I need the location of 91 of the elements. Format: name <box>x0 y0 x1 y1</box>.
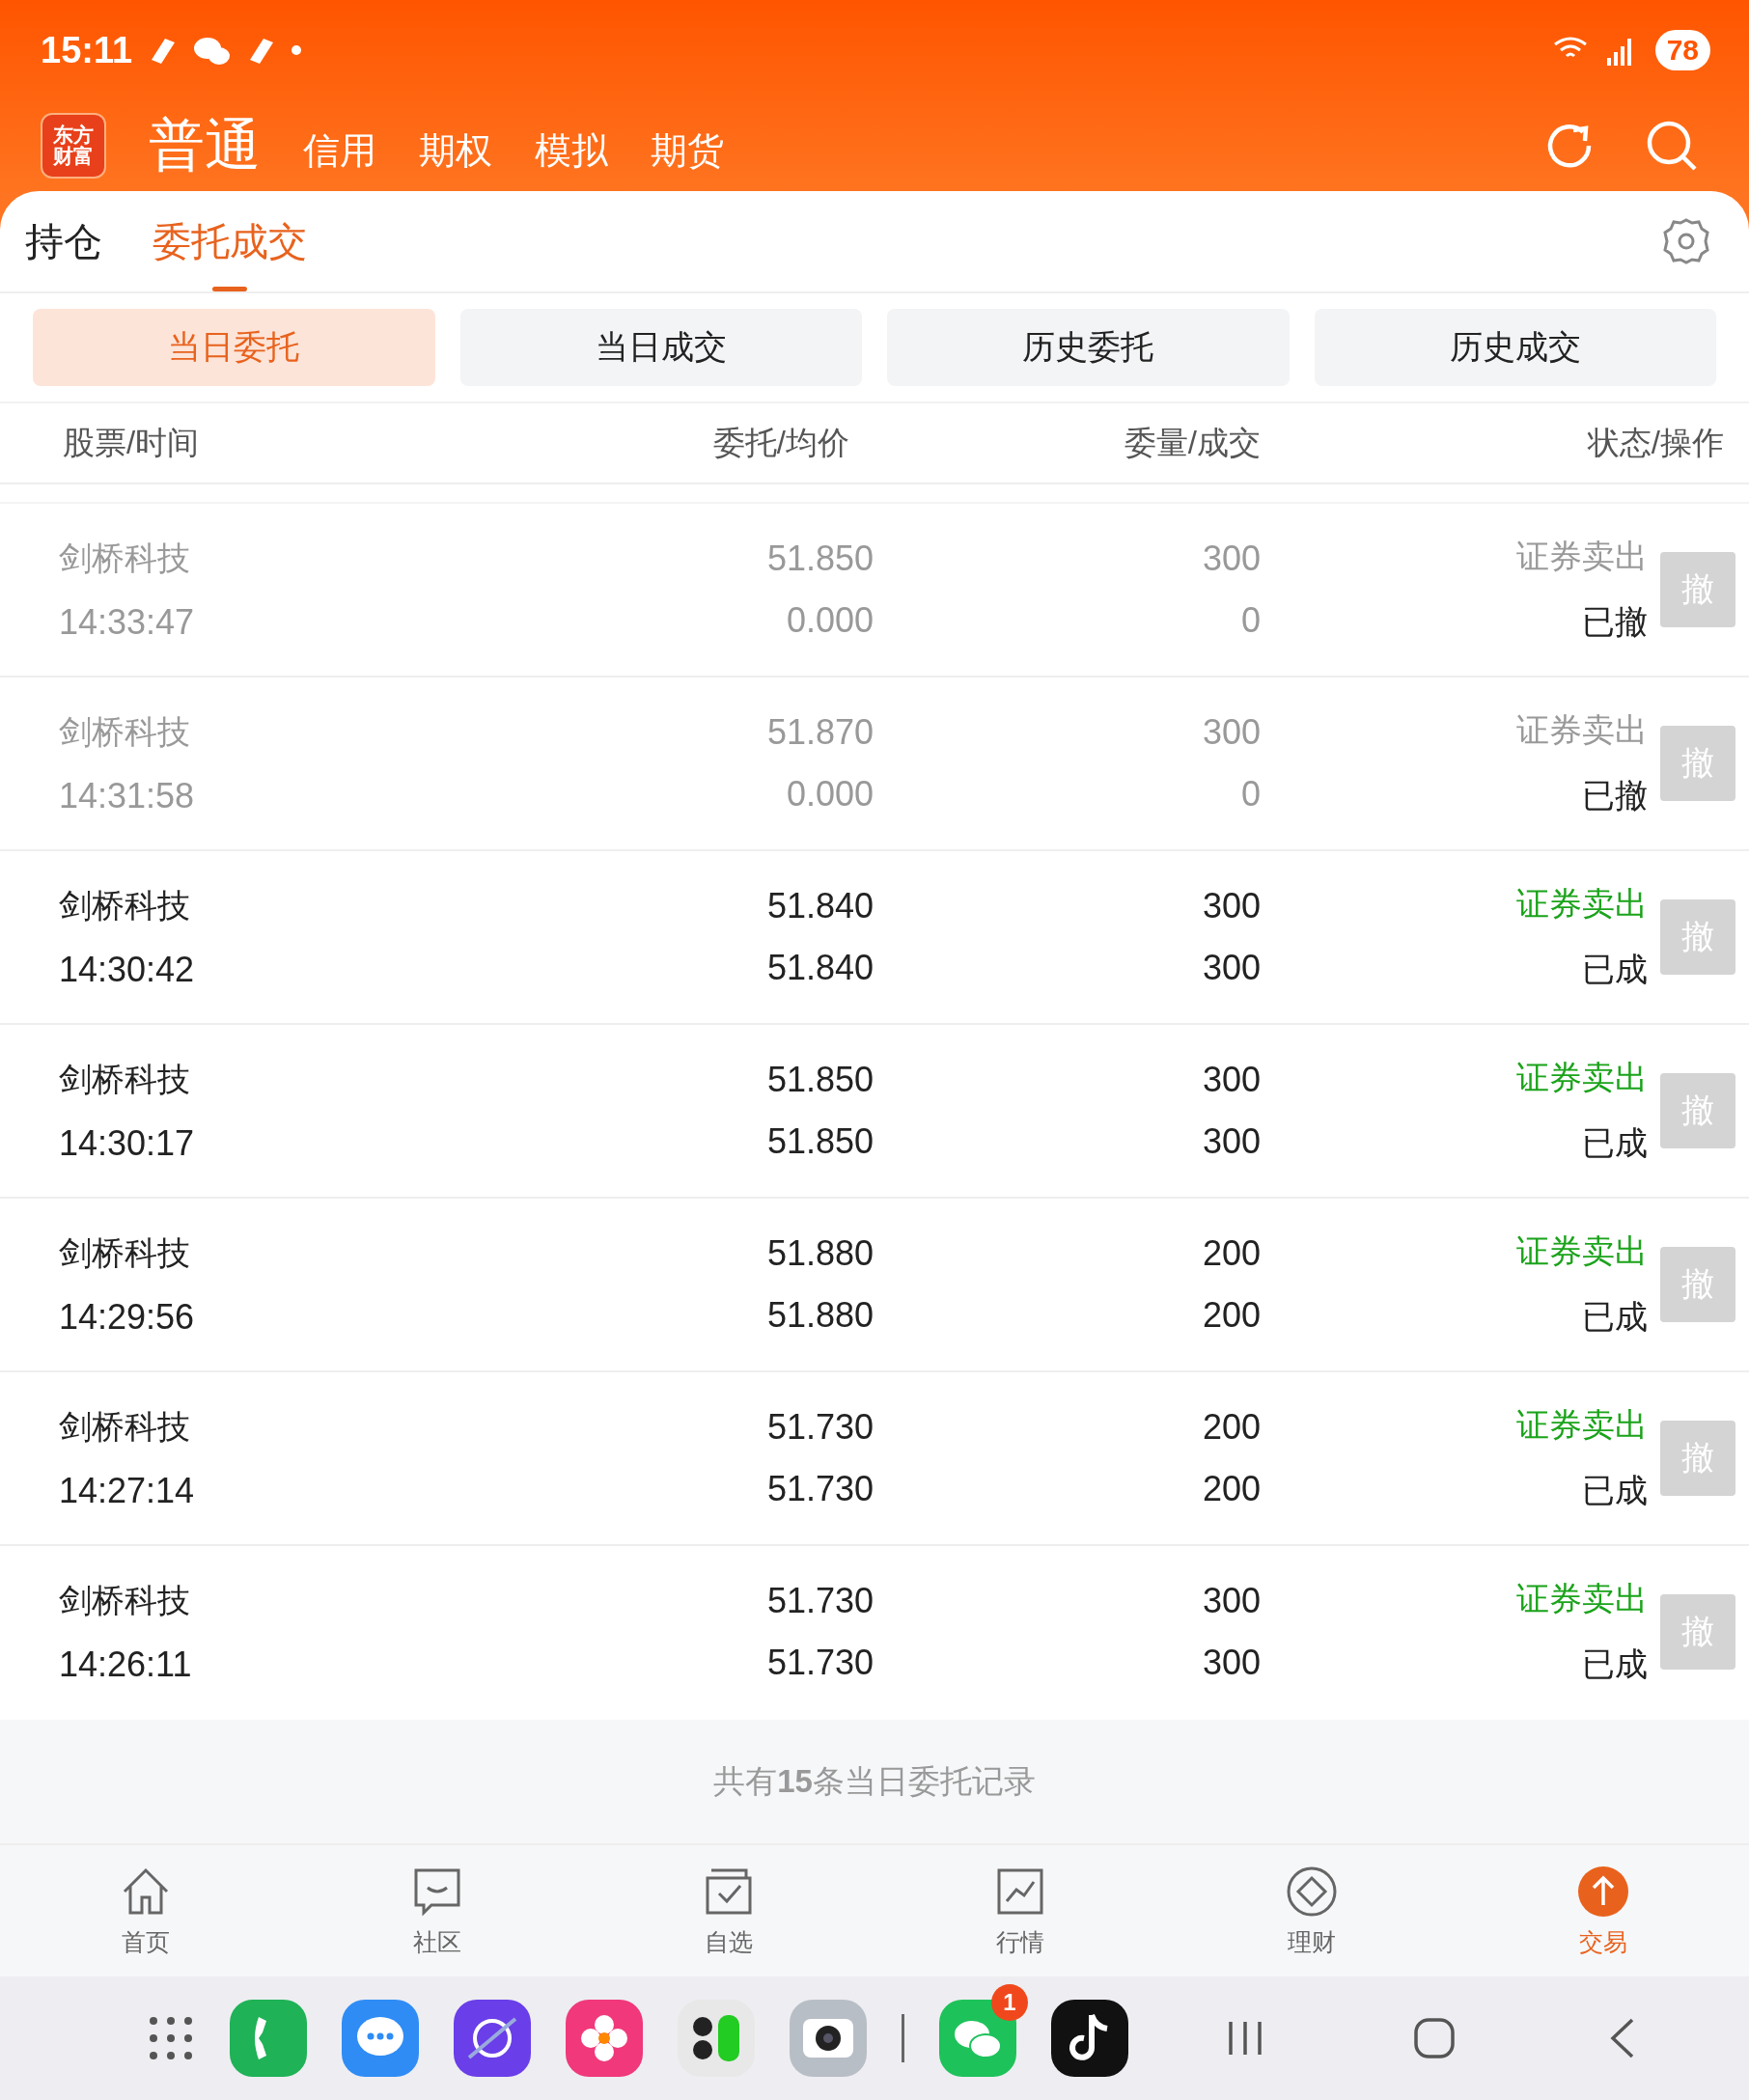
order-price: 51.840 <box>766 886 874 926</box>
order-quantity: 300 <box>1202 539 1261 579</box>
camera-app-icon[interactable] <box>790 2000 867 2077</box>
filter-tab[interactable]: 历史成交 <box>1314 309 1716 386</box>
filter-tab[interactable]: 当日成交 <box>459 309 862 386</box>
calculator-app-icon[interactable] <box>678 2000 755 2077</box>
order-status: 已成 <box>1582 1123 1648 1163</box>
notification-badge: 1 <box>991 1984 1028 2021</box>
stock-name: 剑桥科技 <box>59 1407 190 1447</box>
account-tab[interactable]: 信用 <box>303 125 376 176</box>
account-tab[interactable]: 模拟 <box>535 125 608 176</box>
more-notifications-icon <box>291 44 303 56</box>
filled-quantity: 300 <box>1202 1121 1261 1162</box>
filter-tab[interactable]: 历史委托 <box>887 309 1290 386</box>
battery-level: 78 <box>1654 30 1710 70</box>
order-time: 14:31:58 <box>59 776 195 816</box>
average-price: 51.880 <box>766 1295 874 1336</box>
order-price: 51.870 <box>766 712 874 753</box>
order-status: 已成 <box>1582 1297 1648 1337</box>
filled-quantity: 300 <box>1202 948 1261 988</box>
order-price: 51.730 <box>766 1407 874 1448</box>
order-price: 51.730 <box>766 1581 874 1621</box>
order-quantity: 300 <box>1202 886 1261 926</box>
order-status: 已撤 <box>1582 776 1648 815</box>
column-header: 状态/操作 <box>1587 423 1724 462</box>
flower-app-icon[interactable] <box>566 2000 643 2077</box>
order-quantity: 200 <box>1202 1233 1261 1274</box>
order-time: 14:33:47 <box>59 602 195 643</box>
order-time: 14:27:14 <box>59 1471 195 1511</box>
order-price: 51.880 <box>766 1233 874 1274</box>
order-status: 已撤 <box>1582 602 1648 642</box>
stock-name: 剑桥科技 <box>59 712 190 752</box>
average-price: 51.730 <box>766 1469 874 1509</box>
order-direction: 证券卖出 <box>1516 1058 1648 1097</box>
average-price: 51.730 <box>766 1643 874 1683</box>
stock-name: 剑桥科技 <box>59 539 190 578</box>
order-direction: 证券卖出 <box>1516 537 1648 576</box>
average-price: 0.000 <box>786 774 874 815</box>
phone-app-icon[interactable] <box>230 2000 307 2077</box>
order-price: 51.850 <box>766 1060 874 1100</box>
filled-quantity: 0 <box>1240 600 1261 641</box>
filled-quantity: 200 <box>1202 1469 1261 1509</box>
nav-item[interactable]: 首页 <box>0 1845 292 1976</box>
column-header: 股票/时间 <box>63 423 200 462</box>
account-tab[interactable]: 期货 <box>651 125 724 176</box>
nav-item[interactable]: 行情 <box>874 1845 1166 1976</box>
order-time: 14:30:17 <box>59 1123 195 1164</box>
nav-item[interactable]: 交易 <box>1458 1845 1749 1976</box>
nav-item[interactable]: 理财 <box>1166 1845 1458 1976</box>
order-direction: 证券卖出 <box>1516 1579 1648 1618</box>
section-tab[interactable]: 持仓 <box>25 195 102 288</box>
average-price: 51.850 <box>766 1121 874 1162</box>
order-status: 已成 <box>1582 1644 1648 1684</box>
chat-bubble-app-icon[interactable] <box>342 2000 419 2077</box>
filled-quantity: 0 <box>1240 774 1261 815</box>
nav-item[interactable]: 社区 <box>292 1845 583 1976</box>
order-direction: 证券卖出 <box>1516 710 1648 750</box>
planet-app-icon[interactable] <box>454 2000 531 2077</box>
order-quantity: 300 <box>1202 1581 1261 1621</box>
stock-name: 剑桥科技 <box>59 1233 190 1273</box>
app-logo[interactable]: 东方 财富 <box>41 113 106 179</box>
stock-name: 剑桥科技 <box>59 1060 190 1099</box>
order-time: 14:30:42 <box>59 950 195 990</box>
order-quantity: 200 <box>1202 1407 1261 1448</box>
filter-tab[interactable]: 当日委托 <box>33 309 435 386</box>
order-quantity: 300 <box>1202 1060 1261 1100</box>
music-note-app-icon[interactable] <box>1051 2000 1128 2077</box>
nav-item[interactable]: 自选 <box>583 1845 874 1976</box>
average-price: 0.000 <box>786 600 874 641</box>
column-header: 委托/均价 <box>712 423 849 462</box>
order-direction: 证券卖出 <box>1516 1231 1648 1271</box>
filled-quantity: 200 <box>1202 1295 1261 1336</box>
app-grid-icon[interactable] <box>147 2014 195 2062</box>
order-time: 14:29:56 <box>59 1297 195 1338</box>
order-direction: 证券卖出 <box>1516 1405 1648 1445</box>
order-status: 已成 <box>1582 950 1648 989</box>
column-header: 委量/成交 <box>1124 423 1261 462</box>
order-quantity: 300 <box>1202 712 1261 753</box>
account-tab[interactable]: 期权 <box>419 125 492 176</box>
account-tab[interactable]: 普通 <box>149 108 261 183</box>
record-count: 共有15条当日委托记录 <box>713 1761 1036 1801</box>
status-time: 15:11 <box>41 29 133 71</box>
order-direction: 证券卖出 <box>1516 884 1648 924</box>
average-price: 51.840 <box>766 948 874 988</box>
order-price: 51.850 <box>766 539 874 579</box>
settings-icon[interactable] <box>1662 217 1710 265</box>
stock-name: 剑桥科技 <box>59 1581 190 1620</box>
stock-name: 剑桥科技 <box>59 886 190 926</box>
order-status: 已成 <box>1582 1471 1648 1510</box>
order-time: 14:26:11 <box>59 1644 192 1685</box>
filled-quantity: 300 <box>1202 1643 1261 1683</box>
